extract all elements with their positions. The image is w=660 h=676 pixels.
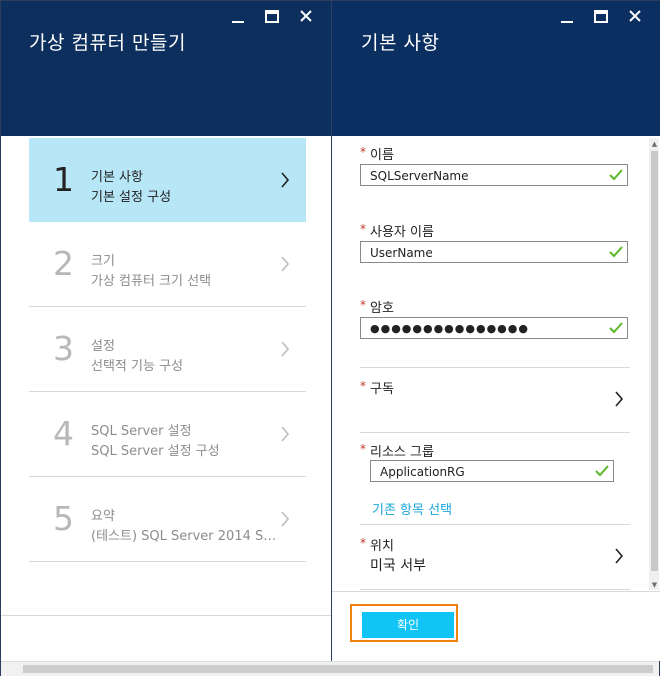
name-value: SQLServerName: [370, 169, 469, 183]
check-icon: [609, 246, 623, 258]
maximize-icon: [265, 10, 279, 23]
password-label-text: 암호: [370, 301, 394, 316]
check-icon: [595, 465, 609, 477]
wizard-steps: 1 기본 사항 기본 설정 구성 2 크기 가상 컴퓨터 크기 선택 3 설정 …: [29, 138, 306, 562]
blade-title: 기본 사항: [361, 32, 440, 54]
window-controls: [221, 7, 323, 25]
chevron-right-icon: [281, 256, 290, 272]
step-subtitle: 선택적 기능 구성: [91, 359, 183, 374]
required-star: *: [360, 298, 366, 312]
step-title: 요약: [91, 509, 115, 524]
step-number: 1: [53, 160, 74, 199]
name-field[interactable]: SQLServerName: [360, 164, 628, 186]
location-value: 미국 서부: [370, 558, 426, 574]
required-star: *: [360, 222, 366, 236]
divider: [360, 432, 630, 433]
step-summary[interactable]: 5 요약 (테스트) SQL Server 2014 SP1 E...: [29, 477, 306, 562]
step-number: 2: [53, 244, 74, 283]
subscription-label: * 구독: [360, 378, 394, 397]
chevron-right-icon: [281, 341, 290, 357]
required-star: *: [360, 442, 366, 456]
chevron-right-icon: [281, 511, 290, 527]
resource-group-label: * 리소스 그룹: [360, 441, 434, 460]
subscription-row[interactable]: * 구독: [360, 368, 630, 432]
basics-blade: 기본 사항 * 이름 SQLServerName * 사용자 이름 UserNa…: [332, 1, 660, 661]
resource-group-value: ApplicationRG: [380, 465, 465, 479]
step-title: 설정: [91, 339, 115, 354]
step-subtitle: 기본 설정 구성: [91, 190, 172, 205]
step-title: 기본 사항: [91, 170, 143, 185]
close-button[interactable]: [289, 7, 323, 25]
minimize-icon: [232, 21, 244, 23]
create-vm-blade: 가상 컴퓨터 만들기 1 기본 사항 기본 설정 구성 2 크기 가상 컴퓨터 …: [1, 1, 331, 661]
portal-frame: 가상 컴퓨터 만들기 1 기본 사항 기본 설정 구성 2 크기 가상 컴퓨터 …: [0, 0, 660, 676]
required-star: *: [360, 379, 366, 393]
minimize-icon: [561, 21, 573, 23]
ok-button[interactable]: 확인: [362, 612, 454, 638]
scroll-up-icon[interactable]: ▲: [651, 140, 658, 148]
step-number: 3: [53, 329, 74, 368]
resource-group-field[interactable]: ApplicationRG: [370, 460, 614, 482]
username-value: UserName: [370, 246, 433, 260]
maximize-button[interactable]: [584, 7, 618, 25]
username-label: * 사용자 이름: [360, 221, 434, 240]
location-row[interactable]: * 위치 미국 서부: [360, 525, 630, 589]
select-existing-link[interactable]: 기존 항목 선택: [372, 499, 452, 518]
subscription-label-text: 구독: [370, 382, 394, 397]
step-number: 4: [53, 414, 74, 453]
step-settings[interactable]: 3 설정 선택적 기능 구성: [29, 307, 306, 392]
blade-header: 가상 컴퓨터 만들기: [1, 1, 331, 136]
required-star: *: [360, 536, 366, 550]
close-icon: [300, 10, 312, 22]
divider: [360, 589, 630, 590]
scrollbar-thumb[interactable]: [651, 151, 658, 571]
step-subtitle: SQL Server 설정 구성: [91, 444, 220, 459]
footer-divider: [332, 591, 660, 592]
username-field[interactable]: UserName: [360, 241, 628, 263]
step-number: 5: [53, 499, 74, 538]
horizontal-scrollbar-thumb[interactable]: [23, 665, 653, 673]
blade-title: 가상 컴퓨터 만들기: [29, 32, 186, 54]
minimize-button[interactable]: [221, 7, 255, 25]
password-field[interactable]: ●●●●●●●●●●●●●●●: [360, 317, 628, 339]
check-icon: [609, 322, 623, 334]
chevron-right-icon: [281, 426, 290, 442]
close-icon: [629, 10, 641, 22]
step-size[interactable]: 2 크기 가상 컴퓨터 크기 선택: [29, 222, 306, 307]
step-sql-settings[interactable]: 4 SQL Server 설정 SQL Server 설정 구성: [29, 392, 306, 477]
maximize-button[interactable]: [255, 7, 289, 25]
username-label-text: 사용자 이름: [370, 225, 434, 240]
divider: [1, 615, 331, 616]
blade-header: 기본 사항: [332, 1, 660, 136]
name-label-text: 이름: [370, 148, 394, 163]
check-icon: [609, 169, 623, 181]
step-subtitle: 가상 컴퓨터 크기 선택: [91, 274, 212, 289]
step-subtitle: (테스트) SQL Server 2014 SP1 E...: [91, 529, 281, 544]
name-label: * 이름: [360, 144, 394, 163]
chevron-right-icon: [615, 548, 624, 564]
location-label: * 위치: [360, 535, 394, 554]
step-title: SQL Server 설정: [91, 424, 192, 439]
minimize-button[interactable]: [550, 7, 584, 25]
password-label: * 암호: [360, 297, 394, 316]
step-title: 크기: [91, 254, 115, 269]
scroll-down-icon[interactable]: ▼: [651, 581, 658, 589]
resource-group-label-text: 리소스 그룹: [370, 445, 434, 460]
password-value: ●●●●●●●●●●●●●●●: [370, 322, 529, 335]
chevron-right-icon: [615, 391, 624, 407]
window-controls: [550, 7, 652, 25]
step-basics[interactable]: 1 기본 사항 기본 설정 구성: [29, 138, 306, 222]
close-button[interactable]: [618, 7, 652, 25]
required-star: *: [360, 145, 366, 159]
basics-form: * 이름 SQLServerName * 사용자 이름 UserName * 암호 ●…: [360, 138, 630, 590]
chevron-right-icon: [281, 172, 290, 188]
location-label-text: 위치: [370, 539, 394, 554]
maximize-icon: [594, 10, 608, 23]
